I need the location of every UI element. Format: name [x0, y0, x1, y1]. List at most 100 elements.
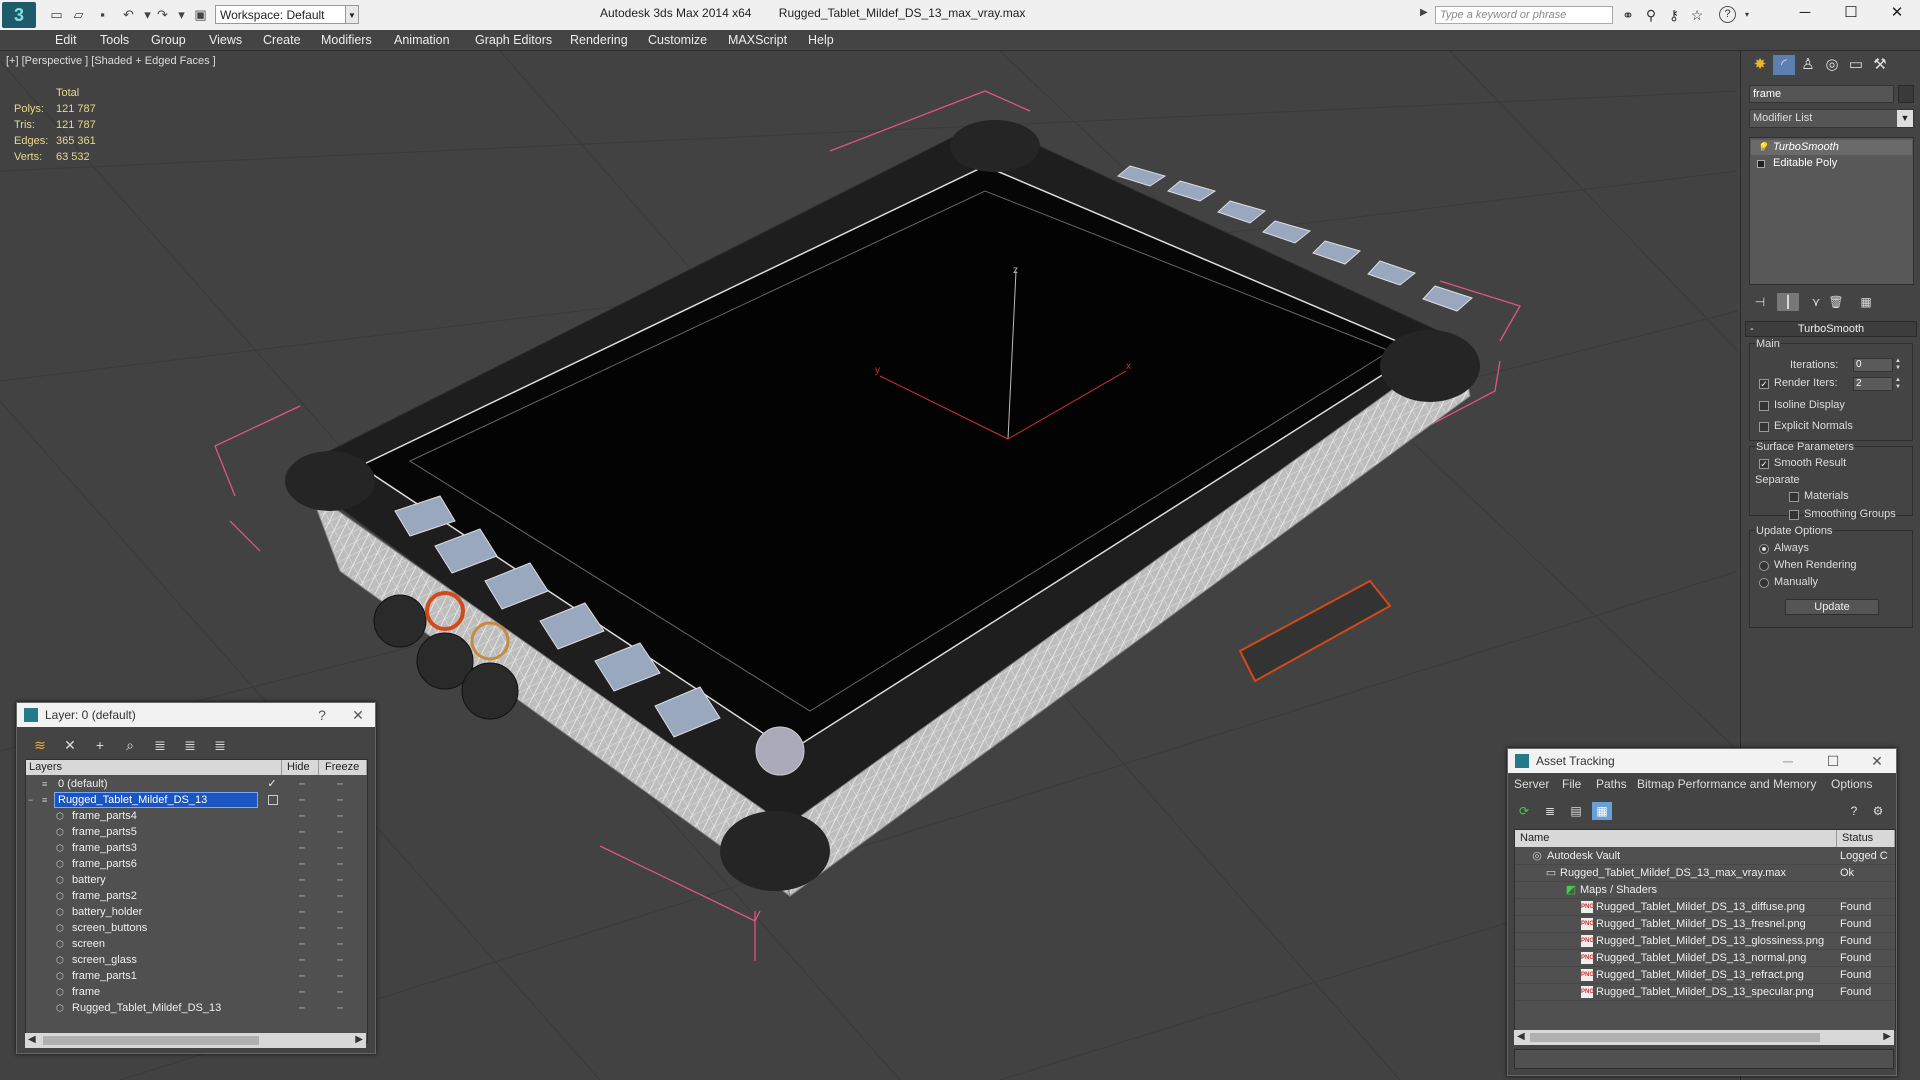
freeze-toggle-icon[interactable]: ━ — [332, 792, 348, 808]
search-expand-icon[interactable]: ▶ — [1420, 7, 1428, 18]
list-view-icon[interactable]: ≣ — [1540, 802, 1560, 820]
update-button[interactable]: Update — [1785, 599, 1879, 615]
pin-stack-icon[interactable]: ⊣ — [1749, 293, 1771, 311]
hide-toggle-icon[interactable]: ━ — [294, 776, 310, 792]
asset-row[interactable]: PNG Rugged_Tablet_Mildef_DS_13_diffuse.p… — [1515, 899, 1895, 916]
object-row[interactable]: ⬡ frame_parts4 ━ ━ — [26, 808, 367, 824]
minimize-button[interactable]: ─ — [1773, 749, 1803, 773]
thumbnail-view-icon[interactable]: ▤ — [1566, 802, 1586, 820]
hide-all-icon[interactable]: ≣ — [179, 735, 201, 755]
asset-menu-server[interactable]: Server — [1514, 774, 1549, 794]
remove-modifier-icon[interactable]: 🗑 — [1825, 293, 1847, 311]
stack-item-turbosmooth[interactable]: 💡 TurboSmooth — [1751, 140, 1912, 155]
search-input[interactable]: Type a keyword or phrase — [1435, 6, 1613, 24]
asset-row[interactable]: PNG Rugged_Tablet_Mildef_DS_13_normal.pn… — [1515, 950, 1895, 967]
freeze-toggle-icon[interactable]: ━ — [332, 968, 348, 984]
freeze-toggle-icon[interactable]: ━ — [332, 776, 348, 792]
menu-customize[interactable]: Customize — [648, 30, 707, 50]
highlight-selected-icon[interactable]: ≣ — [149, 735, 171, 755]
asset-row[interactable]: ◩ Maps / Shaders — [1515, 882, 1895, 899]
add-to-layer-icon[interactable]: + — [89, 735, 111, 755]
modifier-list-dropdown[interactable]: Modifier List ▼ — [1749, 109, 1914, 128]
asset-menu-options[interactable]: Options — [1831, 774, 1872, 794]
menu-help[interactable]: Help — [808, 30, 834, 50]
object-row[interactable]: ⬡ frame_parts3 ━ ━ — [26, 840, 367, 856]
asset-menu-paths[interactable]: Paths — [1596, 774, 1627, 794]
freeze-all-icon[interactable]: ≣ — [209, 735, 231, 755]
freeze-toggle-icon[interactable]: ━ — [332, 936, 348, 952]
asset-row[interactable]: PNG Rugged_Tablet_Mildef_DS_13_fresnel.p… — [1515, 916, 1895, 933]
freeze-toggle-icon[interactable]: ━ — [332, 856, 348, 872]
menu-views[interactable]: Views — [209, 30, 242, 50]
asset-row[interactable]: ▭ Rugged_Tablet_Mildef_DS_13_max_vray.ma… — [1515, 865, 1895, 882]
motion-tab-icon[interactable]: ◎ — [1821, 55, 1843, 75]
key-icon[interactable]: ⚷ — [1665, 6, 1683, 24]
hide-toggle-icon[interactable]: ━ — [294, 952, 310, 968]
open-file-icon[interactable]: ▱ — [70, 6, 87, 23]
menu-rendering[interactable]: Rendering — [570, 30, 628, 50]
smooth-result-checkbox[interactable]: ✓ — [1759, 459, 1769, 469]
hide-toggle-icon[interactable]: ━ — [294, 984, 310, 1000]
settings-icon[interactable]: ⚙ — [1868, 802, 1888, 820]
scroll-right-icon[interactable]: ▶ — [355, 1034, 363, 1045]
freeze-toggle-icon[interactable]: ━ — [332, 904, 348, 920]
scroll-left-icon[interactable]: ◀ — [1517, 1031, 1525, 1042]
explicit-normals-checkbox[interactable] — [1759, 422, 1769, 432]
save-icon[interactable]: ▪ — [94, 6, 111, 23]
freeze-toggle-icon[interactable]: ━ — [332, 808, 348, 824]
project-folder-icon[interactable]: ▣ — [192, 6, 209, 23]
app-logo-icon[interactable]: 3 — [2, 2, 36, 28]
object-row[interactable]: ⬡ battery_holder ━ ━ — [26, 904, 367, 920]
hide-toggle-icon[interactable]: ━ — [294, 792, 310, 808]
freeze-toggle-icon[interactable]: ━ — [332, 872, 348, 888]
scrollbar-thumb[interactable] — [1530, 1033, 1820, 1042]
refresh-icon[interactable]: ⟳ — [1514, 802, 1534, 820]
hide-toggle-icon[interactable]: ━ — [294, 824, 310, 840]
object-row[interactable]: ⬡ frame_parts2 ━ ━ — [26, 888, 367, 904]
help-icon[interactable]: ? — [307, 703, 337, 727]
column-header-name[interactable]: Name — [1515, 830, 1837, 847]
object-row[interactable]: ⬡ Rugged_Tablet_Mildef_DS_13 ━ ━ — [26, 1000, 367, 1016]
binoculars-icon[interactable]: ⚭ — [1619, 6, 1637, 24]
active-layer-checkbox[interactable] — [268, 795, 278, 805]
favorites-star-icon[interactable]: ☆ — [1688, 6, 1706, 24]
close-icon[interactable]: ✕ — [343, 703, 373, 727]
layer-horizontal-scrollbar[interactable]: ◀ ▶ — [25, 1033, 366, 1048]
redo-dropdown-icon[interactable]: ▾ — [173, 6, 190, 23]
hide-toggle-icon[interactable]: ━ — [294, 968, 310, 984]
scrollbar-thumb[interactable] — [43, 1036, 259, 1045]
close-button[interactable]: ✕ — [1874, 0, 1920, 28]
hide-toggle-icon[interactable]: ━ — [294, 808, 310, 824]
freeze-toggle-icon[interactable]: ━ — [332, 840, 348, 856]
object-row[interactable]: ⬡ battery ━ ━ — [26, 872, 367, 888]
menu-create[interactable]: Create — [263, 30, 301, 50]
display-tab-icon[interactable]: ▭ — [1845, 55, 1867, 75]
scroll-right-icon[interactable]: ▶ — [1883, 1031, 1891, 1042]
freeze-toggle-icon[interactable]: ━ — [332, 1000, 348, 1016]
always-radio[interactable] — [1759, 544, 1769, 554]
column-header-layers[interactable]: Layers — [26, 760, 282, 775]
asset-row[interactable]: PNG Rugged_Tablet_Mildef_DS_13_refract.p… — [1515, 967, 1895, 984]
freeze-toggle-icon[interactable]: ━ — [332, 824, 348, 840]
hide-toggle-icon[interactable]: ━ — [294, 856, 310, 872]
spinner-arrows-icon[interactable]: ▲ ▼ — [1894, 358, 1902, 372]
workspace-selector[interactable]: Workspace: Default ▾ — [215, 5, 359, 24]
table-view-icon[interactable]: ▦ — [1592, 802, 1612, 820]
create-tab-icon[interactable]: ✸ — [1749, 55, 1771, 75]
hide-toggle-icon[interactable]: ━ — [294, 840, 310, 856]
object-row[interactable]: ⬡ frame ━ ━ — [26, 984, 367, 1000]
smoothing-groups-checkbox[interactable] — [1789, 510, 1799, 520]
asset-horizontal-scrollbar[interactable]: ◀ ▶ — [1514, 1030, 1894, 1045]
menu-graph-editors[interactable]: Graph Editors — [475, 30, 552, 50]
column-header-status[interactable]: Status — [1837, 830, 1895, 847]
asset-window-titlebar[interactable]: Asset Tracking ─ ☐ ✕ — [1508, 749, 1896, 773]
object-row[interactable]: ⬡ screen_buttons ━ ━ — [26, 920, 367, 936]
utilities-tab-icon[interactable]: ⚒ — [1869, 55, 1891, 75]
object-color-swatch[interactable] — [1898, 85, 1914, 103]
layer-row[interactable]: − ≡ Rugged_Tablet_Mildef_DS_13 ━ ━ — [26, 792, 367, 808]
iterations-spinner[interactable]: 0 — [1853, 358, 1893, 372]
materials-checkbox[interactable] — [1789, 492, 1799, 502]
render-iters-checkbox[interactable]: ✓ — [1759, 379, 1769, 389]
object-row[interactable]: ⬡ screen_glass ━ ━ — [26, 952, 367, 968]
when-rendering-radio[interactable] — [1759, 561, 1769, 571]
